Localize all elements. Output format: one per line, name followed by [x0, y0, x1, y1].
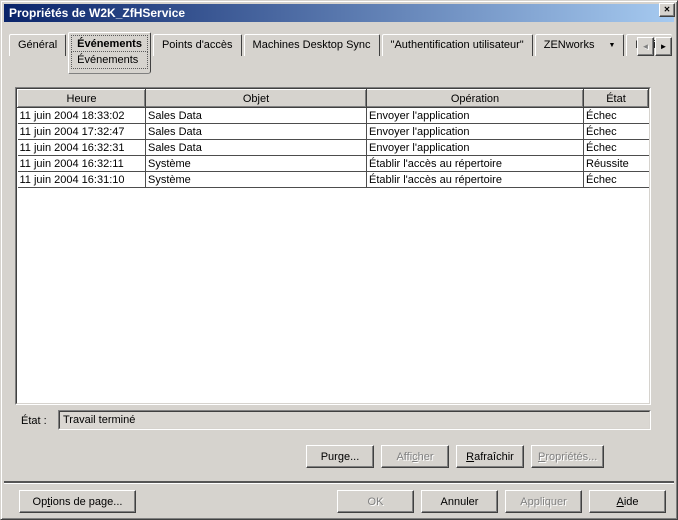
- table-cell: Sales Data: [145, 139, 367, 156]
- table-cell: 11 juin 2004 18:33:02: [17, 107, 146, 124]
- ok-button[interactable]: OK: [337, 490, 414, 513]
- table-cell: 11 juin 2004 17:32:47: [17, 123, 146, 140]
- close-icon: ✕: [663, 5, 671, 14]
- page-options-button[interactable]: Options de page...: [19, 490, 136, 513]
- table-cell: Sales Data: [145, 107, 367, 124]
- table-cell: Sales Data: [145, 123, 367, 140]
- table-cell: Échec: [583, 171, 649, 188]
- tab-scroll-left-button[interactable]: ◄: [637, 37, 654, 56]
- active-tab-label: Événements: [71, 35, 148, 52]
- tab-label: Points d'accès: [161, 39, 233, 51]
- tab-general[interactable]: Général: [9, 34, 67, 56]
- events-table: Heure Objet Opération État 11 juin 2004 18:…: [15, 87, 651, 405]
- table-cell: 11 juin 2004 16:32:31: [17, 139, 146, 156]
- arrow-left-icon: ◄: [641, 42, 650, 51]
- tab-machines-desktop-sync[interactable]: Machines Desktop Sync: [243, 34, 380, 56]
- table-row[interactable]: 11 juin 2004 18:33:02 Sales Data Envoyer l…: [17, 107, 649, 124]
- arrow-right-icon: ►: [659, 42, 668, 51]
- rafraichir-button[interactable]: Rafraîchir: [456, 445, 524, 468]
- table-cell: 11 juin 2004 16:32:11: [17, 155, 146, 172]
- table-cell: Échec: [583, 123, 649, 140]
- table-row[interactable]: 11 juin 2004 16:32:11 Système Établir l'ac…: [17, 155, 649, 172]
- close-button[interactable]: ✕: [659, 3, 675, 17]
- table-cell: Système: [145, 155, 367, 172]
- chevron-down-icon: ▼: [608, 42, 616, 49]
- table-cell: Établir l'accès au répertoire: [366, 155, 584, 172]
- window-title: Propriétés de W2K_ZfHService: [9, 6, 186, 20]
- table-row[interactable]: 11 juin 2004 16:31:10 Système Établir l'ac…: [17, 171, 649, 188]
- dialog-button-row: OK Annuler Appliquer Aide: [337, 490, 666, 513]
- action-button-row: Purge... Afficher Rafraîchir Propriétés...: [306, 445, 605, 468]
- table-cell: Envoyer l'application: [366, 139, 584, 156]
- table-cell: Établir l'accès au répertoire: [366, 171, 584, 188]
- table-cell: Envoyer l'application: [366, 107, 584, 124]
- table-row[interactable]: 11 juin 2004 16:32:31 Sales Data Envoyer l…: [17, 139, 649, 156]
- purge-button[interactable]: Purge...: [306, 445, 374, 468]
- table-cell: Réussite: [583, 155, 649, 172]
- table-cell: 11 juin 2004 16:31:10: [17, 171, 146, 188]
- properties-dialog: Propriétés de W2K_ZfHService ✕ Général Év…: [0, 0, 678, 520]
- tab-label: "Authentification utilisateur": [390, 39, 524, 51]
- tab-zenworks[interactable]: ZENworks ▼: [534, 34, 625, 56]
- tab-points-d-acces[interactable]: Points d'accès: [152, 34, 242, 56]
- status-field[interactable]: Travail terminé: [58, 410, 651, 430]
- events-table-viewport: Heure Objet Opération État 11 juin 2004 18:…: [16, 88, 650, 404]
- status-label: État :: [21, 415, 47, 427]
- column-header-etat[interactable]: État: [583, 89, 649, 108]
- apply-button[interactable]: Appliquer: [505, 490, 582, 513]
- tab-bar: Général Événements Événements Points d'accè…: [9, 32, 674, 74]
- title-bar[interactable]: Propriétés de W2K_ZfHService: [4, 4, 674, 22]
- status-value: Travail terminé: [59, 411, 650, 429]
- tab-scroll-right-button[interactable]: ►: [655, 37, 672, 56]
- tab-scrollers: ◄ ►: [636, 37, 672, 56]
- tab-label: Machines Desktop Sync: [252, 39, 371, 51]
- column-header-objet[interactable]: Objet: [145, 89, 367, 108]
- tab-label: Général: [18, 39, 58, 51]
- table-cell: Système: [145, 171, 367, 188]
- column-header-operation[interactable]: Opération: [366, 89, 584, 108]
- tab-label: ZENworks: [543, 39, 595, 51]
- table-cell: Échec: [583, 139, 649, 156]
- column-header-heure[interactable]: Heure: [17, 89, 146, 108]
- table-cell: Échec: [583, 107, 649, 124]
- table-row[interactable]: 11 juin 2004 17:32:47 Sales Data Envoyer l…: [17, 123, 649, 140]
- table-cell: Envoyer l'application: [366, 123, 584, 140]
- tab-evenements[interactable]: Événements Événements: [68, 32, 151, 74]
- tab-authentification-utilisateur[interactable]: "Authentification utilisateur": [381, 34, 533, 56]
- separator: [4, 481, 674, 483]
- cancel-button[interactable]: Annuler: [421, 490, 498, 513]
- afficher-button[interactable]: Afficher: [381, 445, 449, 468]
- help-button[interactable]: Aide: [589, 490, 666, 513]
- tab-subpage-selector[interactable]: Événements: [71, 52, 148, 69]
- proprietes-button[interactable]: Propriétés...: [531, 445, 605, 468]
